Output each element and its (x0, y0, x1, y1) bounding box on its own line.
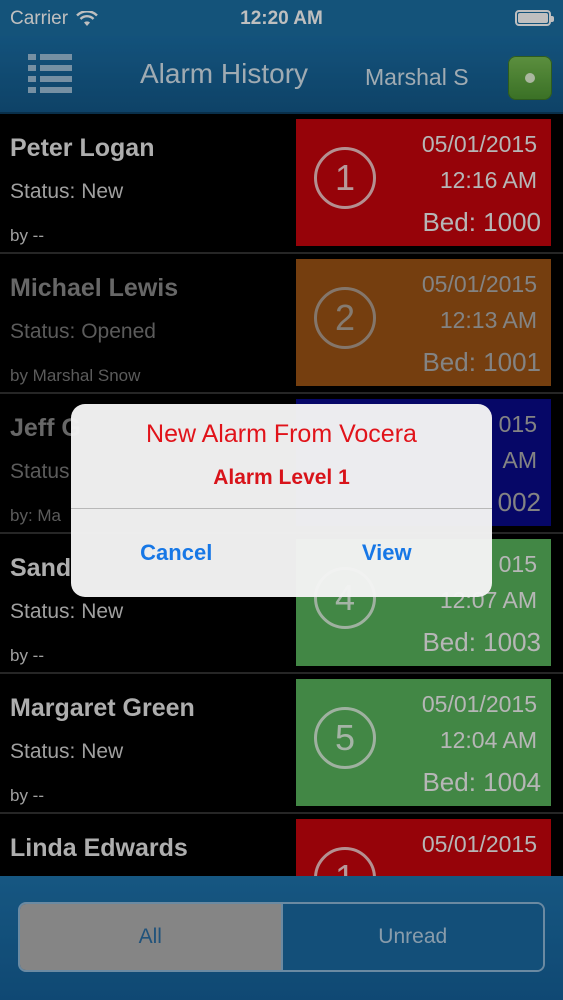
alert-message: Alarm Level 1 (213, 466, 350, 489)
alert-dialog: New Alarm From Vocera Alarm Level 1 Canc… (71, 404, 492, 597)
alert-actions: Cancel View (71, 509, 492, 597)
view-button[interactable]: View (282, 509, 493, 597)
alert-title: New Alarm From Vocera (146, 420, 417, 448)
cancel-button[interactable]: Cancel (71, 509, 282, 597)
